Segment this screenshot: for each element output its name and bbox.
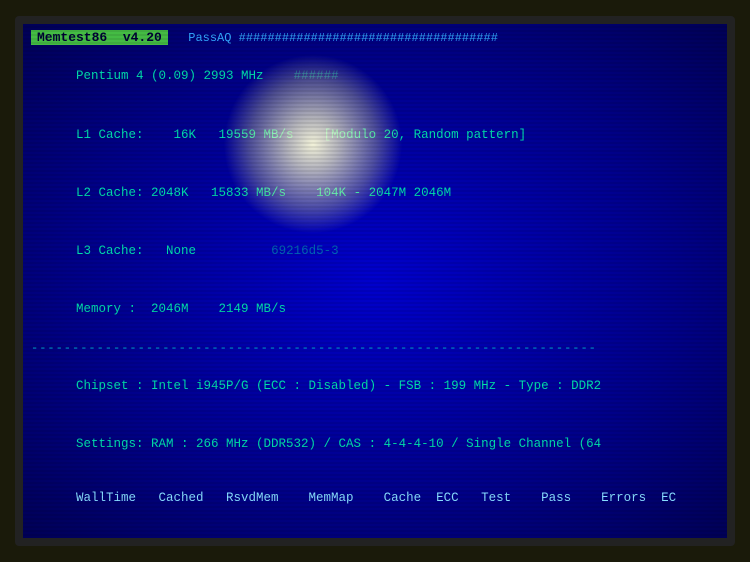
l2-extra: 104K - 2047M 2046M bbox=[316, 186, 451, 200]
table-separator: -------- ------ ------- ------ ----- ---… bbox=[31, 519, 719, 538]
progress-text: PassAQ #################################… bbox=[188, 31, 498, 45]
l3-extra: 69216d5-3 bbox=[271, 244, 339, 258]
l3-cache-info: L3 Cache: None bbox=[76, 244, 196, 258]
progress-bar: PassAQ #################################… bbox=[174, 31, 498, 45]
l3-cache-line: L3 Cache: None 69216d5-3 bbox=[31, 222, 719, 280]
settings-line: Settings: RAM : 266 MHz (DDR532) / CAS :… bbox=[31, 415, 719, 473]
app-version: v4.20 bbox=[123, 30, 162, 45]
memory-line: Memory : 2046M 2149 MB/s bbox=[31, 281, 719, 339]
table-headers-text: WallTime Cached RsvdMem MemMap Cache ECC… bbox=[76, 491, 676, 505]
table-header: WallTime Cached RsvdMem MemMap Cache ECC… bbox=[31, 477, 719, 519]
memory-info: Memory : 2046M 2149 MB/s bbox=[76, 302, 286, 316]
screen: Memtest86 v4.20 PassAQ #################… bbox=[23, 24, 727, 538]
settings-info: Settings: RAM : 266 MHz (DDR532) / CAS :… bbox=[76, 437, 601, 451]
l1-cache-line: L1 Cache: 16K 19559 MB/s [Modulo 20, Ran… bbox=[31, 106, 719, 164]
l2-cache-info: L2 Cache: 2048K 15833 MB/s bbox=[76, 186, 286, 200]
l1-extra: [Modulo 20, Random pattern] bbox=[324, 128, 527, 142]
cpu-info: Pentium 4 (0.09) 2993 MHz bbox=[76, 69, 264, 83]
title-line: Memtest86 v4.20 PassAQ #################… bbox=[31, 30, 719, 46]
app-name: Memtest86 bbox=[37, 30, 107, 45]
table-sep-text: -------- ------ ------- ------ ----- ---… bbox=[74, 533, 650, 538]
chipset-line: Chipset : Intel i945P/G (ECC : Disabled)… bbox=[31, 357, 719, 415]
l2-cache-line: L2 Cache: 2048K 15833 MB/s 104K - 2047M … bbox=[31, 164, 719, 222]
monitor: Memtest86 v4.20 PassAQ #################… bbox=[15, 16, 735, 546]
chipset-info: Chipset : Intel i945P/G (ECC : Disabled)… bbox=[76, 379, 601, 393]
cpu-line: Pentium 4 (0.09) 2993 MHz ###### bbox=[31, 48, 719, 106]
separator-1: ----------------------------------------… bbox=[31, 339, 719, 358]
app-title: Memtest86 v4.20 bbox=[31, 30, 168, 45]
cpu-extra: ###### bbox=[294, 69, 339, 83]
l1-cache-info: L1 Cache: 16K 19559 MB/s bbox=[76, 128, 294, 142]
